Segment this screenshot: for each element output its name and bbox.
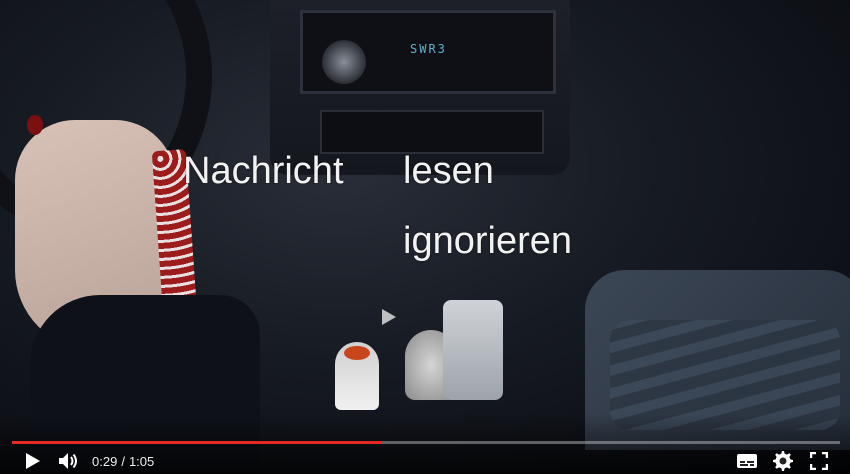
play-button[interactable] — [20, 448, 46, 474]
smartphone — [443, 300, 503, 400]
video-frame[interactable]: SWR3 Nachricht lesen ignorieren — [0, 0, 850, 474]
storage-slot — [320, 110, 544, 154]
play-icon — [26, 453, 40, 469]
subtitles-button[interactable] — [734, 448, 760, 474]
fullscreen-icon — [810, 452, 828, 470]
volume-icon — [59, 453, 77, 469]
current-time: 0:29 — [92, 453, 118, 469]
mute-button[interactable] — [56, 448, 82, 474]
progress-played — [12, 441, 382, 444]
radio-knob — [322, 40, 366, 84]
overlay-option-lesen[interactable]: lesen — [403, 150, 494, 193]
gear-icon — [773, 451, 793, 471]
center-play-icon[interactable] — [382, 309, 396, 325]
duration: 1:05 — [128, 453, 155, 469]
radio-display: SWR3 — [410, 42, 447, 56]
time-display: 0:29 / 1:05 — [92, 454, 154, 469]
video-player[interactable]: SWR3 Nachricht lesen ignorieren 0:29 / 1… — [0, 0, 850, 474]
time-separator: / — [121, 453, 125, 469]
drink-cap — [344, 346, 370, 360]
settings-button[interactable] — [770, 448, 796, 474]
progress-bar[interactable] — [12, 441, 840, 444]
painted-nail — [27, 115, 43, 135]
fullscreen-button[interactable] — [806, 448, 832, 474]
subtitles-icon — [737, 454, 757, 468]
overlay-text-nachricht: Nachricht — [183, 150, 344, 192]
overlay-option-ignorieren[interactable]: ignorieren — [403, 220, 572, 263]
control-bar: 0:29 / 1:05 — [0, 448, 850, 474]
